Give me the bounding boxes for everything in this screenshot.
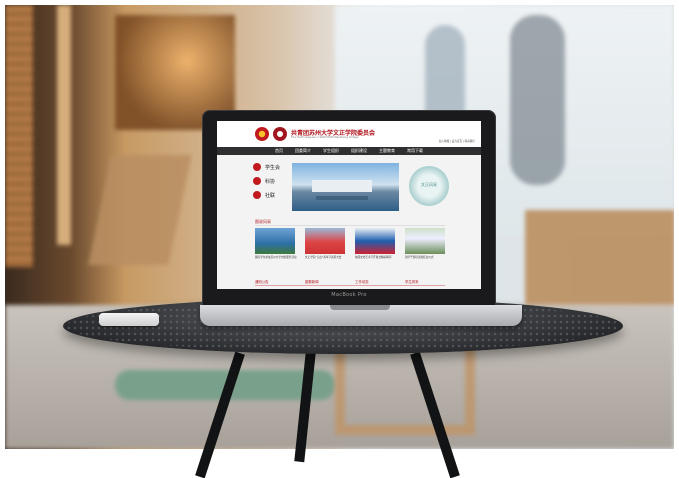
- news-caption[interactable]: 团学干部培训班结业仪式: [405, 256, 447, 259]
- bottom-section-title[interactable]: 工作动态: [355, 279, 369, 284]
- laptop-hinge-notch: [330, 305, 390, 310]
- door-frame: [57, 5, 71, 245]
- badge-label: 学生会: [265, 164, 281, 171]
- site-subtitle: The Youth Leagues in SOOCHOW Wenzheng Co…: [291, 136, 359, 139]
- campus-building: [312, 180, 372, 192]
- badge-icon: [253, 163, 261, 171]
- news-thumbnail[interactable]: [255, 228, 295, 254]
- badge-student-union[interactable]: 学生会: [253, 163, 289, 171]
- blurred-person: [510, 15, 565, 185]
- site-header: 共青团苏州大学文正学院委员会 The Youth Leagues in SOOC…: [217, 121, 481, 147]
- nav-item-home[interactable]: 首页: [269, 147, 289, 155]
- news-caption[interactable]: 文正学院“五四”青年节表彰大会: [305, 256, 347, 259]
- badge-icon: [253, 191, 261, 199]
- laptop-screen: 共青团苏州大学文正学院委员会 The Youth Leagues in SOOC…: [217, 121, 481, 289]
- wooden-shutter: [5, 5, 33, 267]
- nav-item-education[interactable]: 主题教育: [373, 147, 401, 155]
- badge-science-assoc[interactable]: 科协: [253, 177, 289, 185]
- circle-feature[interactable]: 文正风采: [409, 166, 449, 206]
- badge-label: 科协: [265, 178, 276, 185]
- nav-item-downloads[interactable]: 常用下载: [401, 147, 429, 155]
- nav-item-intro[interactable]: 团委简介: [289, 147, 317, 155]
- campus-banner-image[interactable]: [292, 163, 399, 211]
- divider: [255, 225, 445, 226]
- nav-item-orgs[interactable]: 学生组织: [317, 147, 345, 155]
- bottom-section-title[interactable]: 团委新闻: [305, 279, 319, 284]
- nav-item-building[interactable]: 组织建设: [345, 147, 373, 155]
- news-thumbnail[interactable]: [405, 228, 445, 254]
- bottom-section-title[interactable]: 通知公告: [255, 279, 269, 284]
- news-caption[interactable]: 我院学生参加苏州大学志愿服务活动: [255, 256, 297, 259]
- bottom-section-title[interactable]: 学生风采: [405, 279, 419, 284]
- site-nav: 首页 团委简介 学生组织 组织建设 主题教育 常用下载: [217, 147, 481, 155]
- wooden-bench: [525, 210, 674, 305]
- news-caption[interactable]: 校园文化艺术节开幕式精彩瞬间: [355, 256, 397, 259]
- badge-club-union[interactable]: 社联: [253, 191, 289, 199]
- badge-icon: [253, 177, 261, 185]
- badge-label: 社联: [265, 192, 276, 199]
- news-thumbnail[interactable]: [305, 228, 345, 254]
- org-badges: 学生会 科协 社联: [253, 163, 289, 205]
- news-thumbnail[interactable]: [355, 228, 395, 254]
- youth-league-logo-icon: [255, 127, 269, 141]
- smartphone: [99, 313, 159, 326]
- laptop-model-label: MacBook Pro: [331, 292, 367, 298]
- college-seal-icon: [273, 127, 287, 141]
- divider: [255, 285, 445, 286]
- circle-label: 文正风采: [421, 182, 437, 187]
- wooden-chair-back: [88, 155, 192, 265]
- site-top-links[interactable]: 加入收藏 | 设为首页 | 联系我们: [439, 139, 475, 143]
